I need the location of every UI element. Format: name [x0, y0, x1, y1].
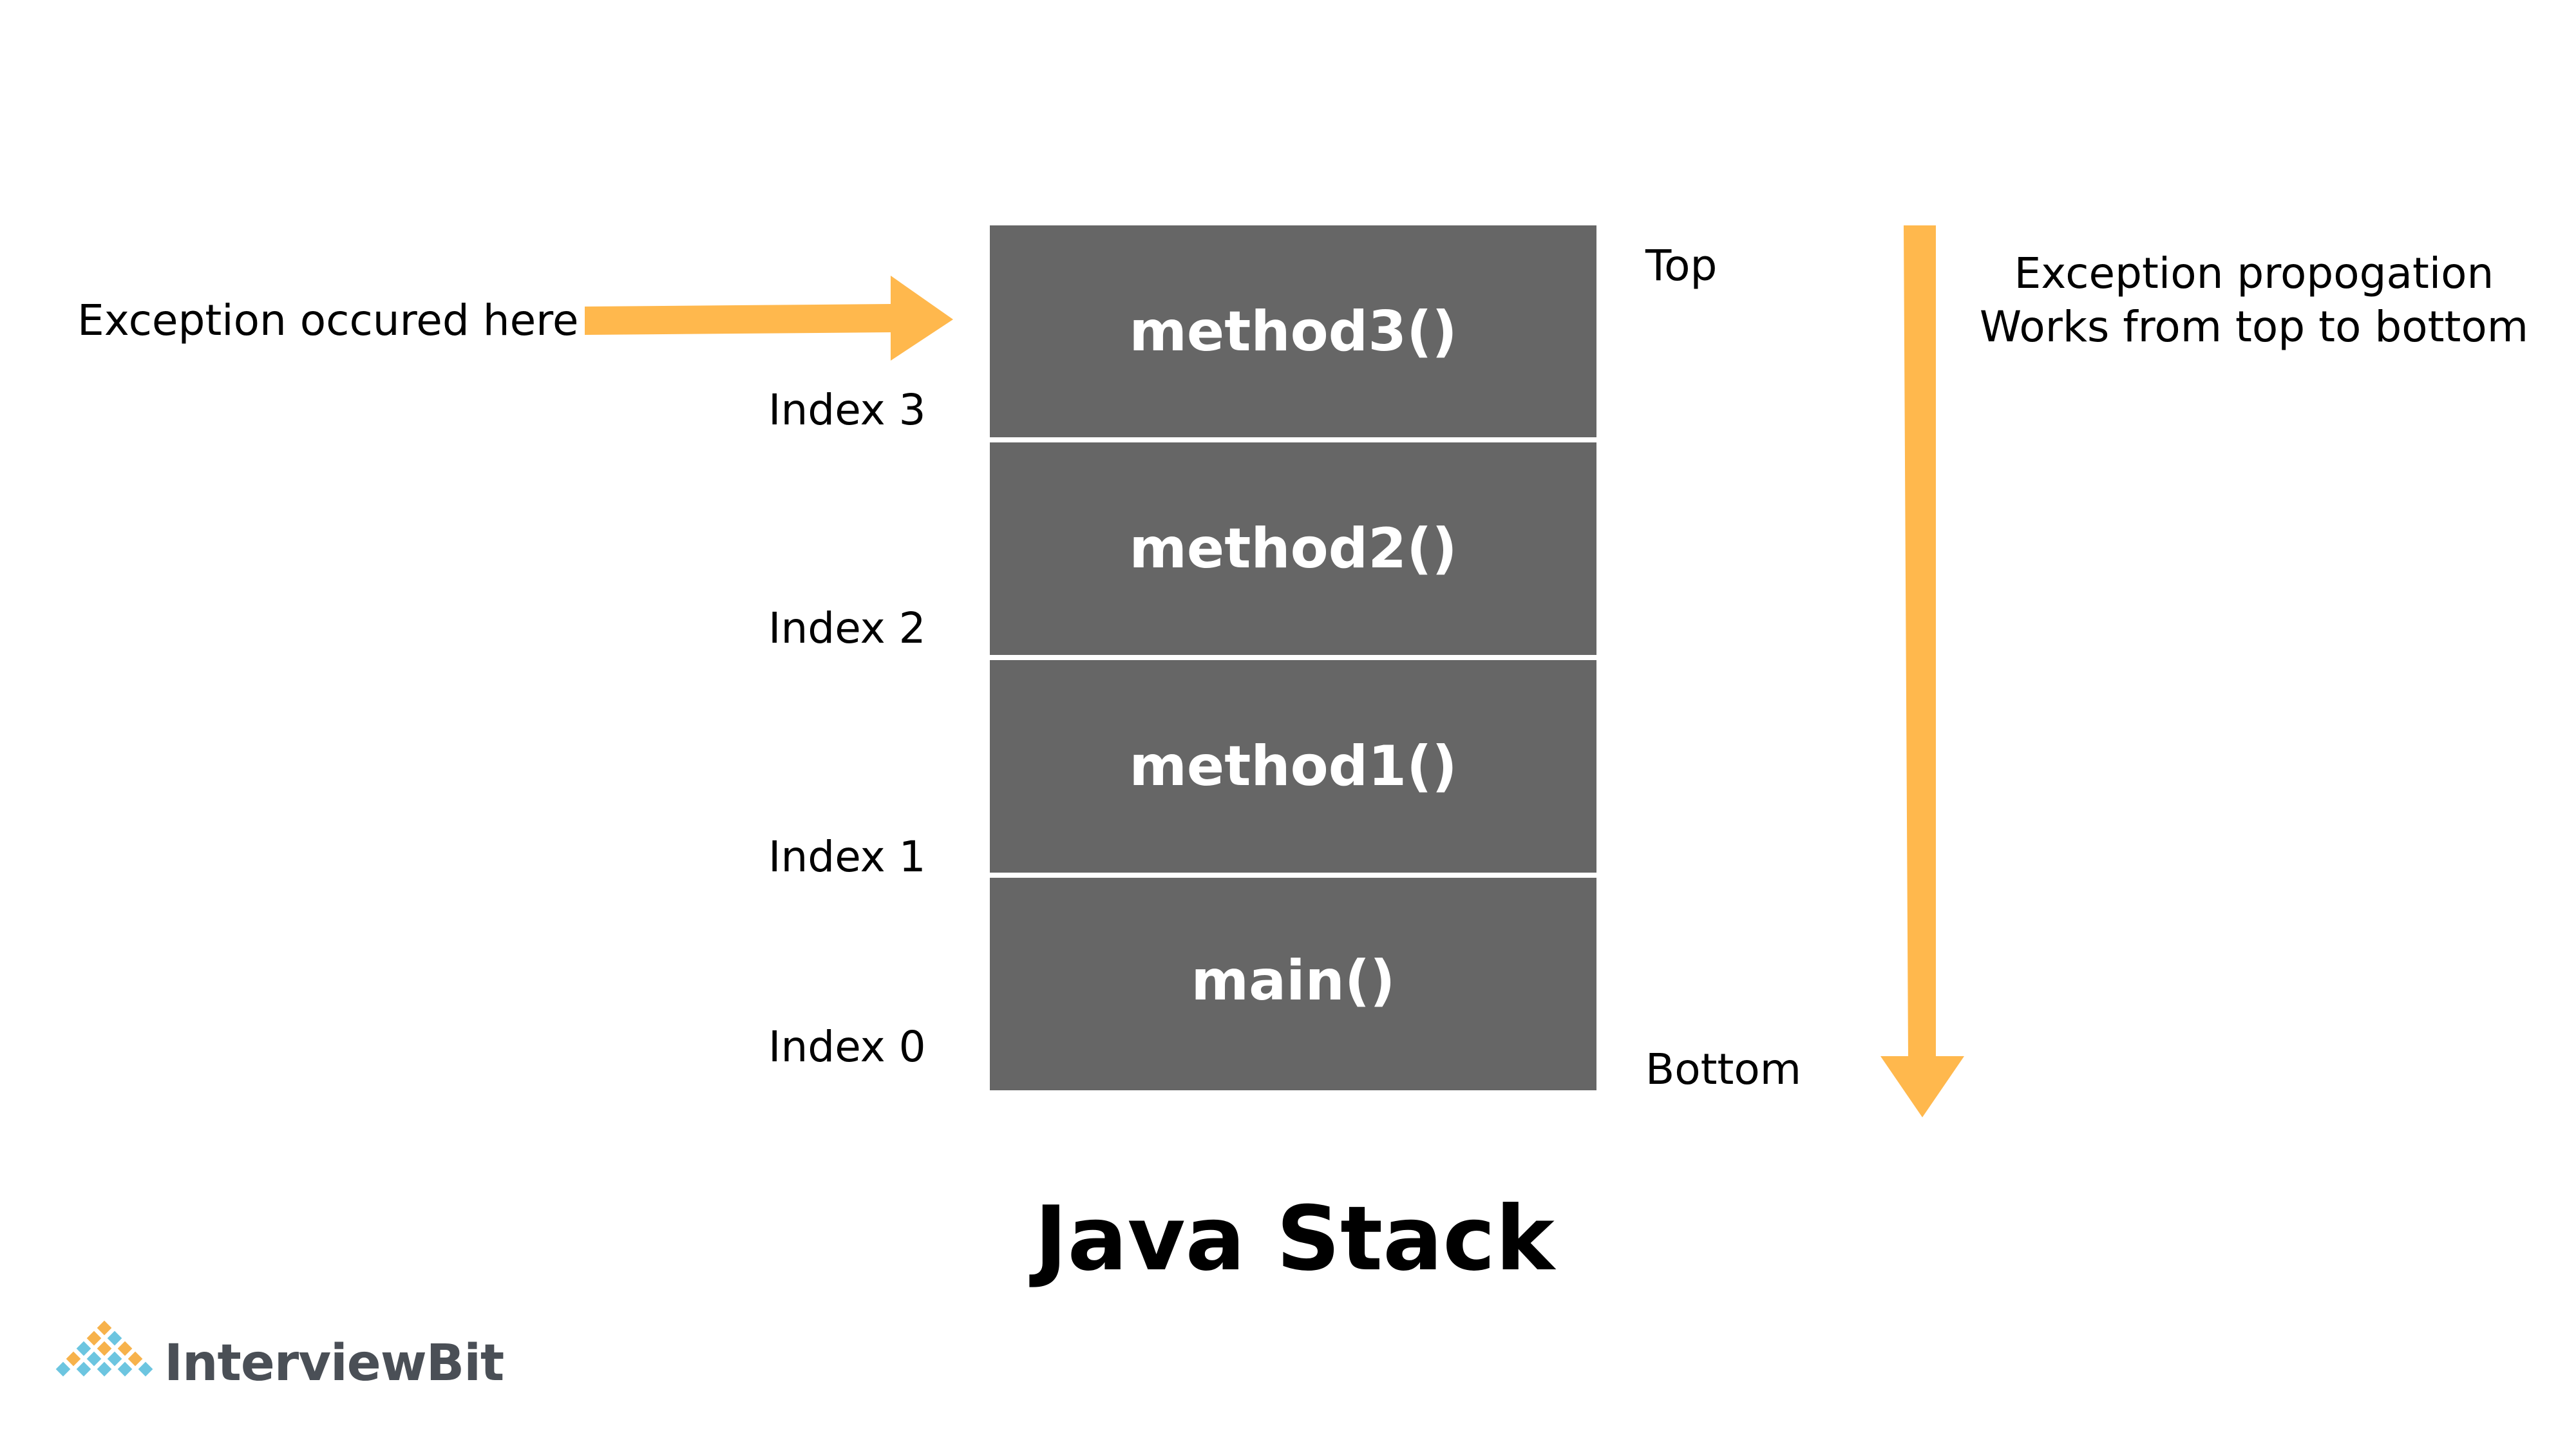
brand-name: InterviewBit: [164, 1334, 504, 1392]
stack-frame-method1: method1(): [990, 660, 1596, 873]
stack-frame-label: method1(): [1129, 734, 1457, 799]
stack-frame-label: method2(): [1129, 516, 1457, 581]
index-label-1: Index 1: [768, 832, 926, 882]
propagation-note-line1: Exception propogation: [2014, 249, 2494, 298]
stack-frame-method3: method3(): [990, 225, 1596, 437]
index-label-2: Index 2: [768, 603, 926, 653]
index-label-3: Index 3: [768, 385, 926, 435]
stack-frame-main: main(): [990, 878, 1596, 1090]
exception-pointer-arrow-shape: [585, 276, 953, 361]
stack-frame-label: main(): [1191, 949, 1396, 1013]
propagation-down-arrow: [1880, 225, 1964, 1117]
stack-frame-label: method3(): [1129, 299, 1457, 364]
diagram-title: Java Stack: [1034, 1187, 1555, 1291]
interviewbit-logo-icon: [55, 1320, 153, 1377]
propagation-note-line2: Works from top to bottom: [1979, 302, 2529, 352]
logo-diamond-grid: [55, 1320, 153, 1377]
index-label-0: Index 0: [768, 1022, 926, 1072]
stack-frame-method2: method2(): [990, 442, 1596, 655]
exception-occured-label: Exception occured here: [77, 296, 579, 345]
bottom-label: Bottom: [1645, 1045, 1802, 1094]
propagation-down-arrow-shape: [1880, 225, 1964, 1117]
top-label: Top: [1645, 241, 1718, 290]
exception-pointer-arrow: [585, 276, 953, 361]
